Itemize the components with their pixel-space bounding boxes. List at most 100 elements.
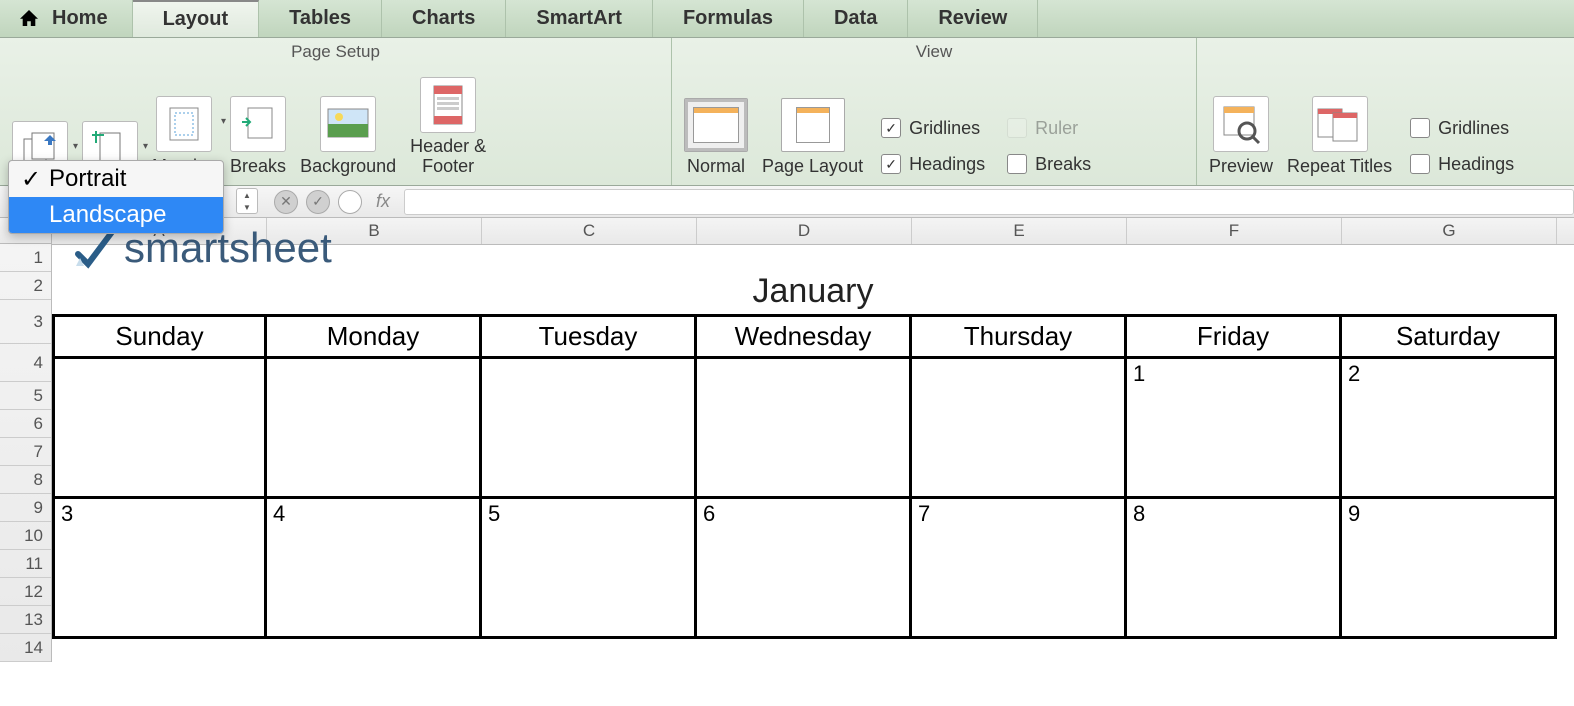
breaks-label: Breaks bbox=[230, 156, 286, 177]
tab-home[interactable]: Home bbox=[0, 0, 133, 37]
preview-button[interactable]: Preview bbox=[1209, 96, 1273, 179]
view-breaks-checkbox[interactable]: Breaks bbox=[1007, 149, 1091, 179]
headings-label: Headings bbox=[909, 154, 985, 175]
print-headings-checkbox[interactable]: Headings bbox=[1410, 149, 1514, 179]
tab-layout[interactable]: Layout bbox=[133, 0, 260, 37]
calendar-day[interactable] bbox=[267, 359, 482, 499]
calendar-day[interactable] bbox=[482, 359, 697, 499]
row-header[interactable]: 7 bbox=[0, 438, 51, 466]
breaks-button[interactable]: Breaks bbox=[230, 96, 286, 179]
weekday-header: Tuesday bbox=[482, 317, 697, 359]
print-gridlines-label: Gridlines bbox=[1438, 118, 1509, 139]
view-normal-button[interactable]: Normal bbox=[684, 98, 748, 179]
row-header[interactable]: 3 bbox=[0, 300, 51, 344]
calendar-day[interactable]: 1 bbox=[1127, 359, 1342, 499]
checkbox-icon bbox=[1007, 154, 1027, 174]
cancel-icon[interactable]: ✕ bbox=[274, 190, 298, 214]
spreadsheet: 1 2 3 4 5 6 7 8 9 10 11 12 13 14 A B C D… bbox=[0, 218, 1574, 662]
repeat-titles-label: Repeat Titles bbox=[1287, 156, 1392, 177]
month-title: January bbox=[52, 272, 1574, 311]
group-print-title bbox=[1209, 42, 1562, 64]
row-headers: 1 2 3 4 5 6 7 8 9 10 11 12 13 14 bbox=[0, 244, 52, 662]
column-header[interactable]: E bbox=[912, 218, 1127, 244]
calendar-day[interactable]: 6 bbox=[697, 499, 912, 639]
checkbox-icon bbox=[881, 154, 901, 174]
weekday-header: Friday bbox=[1127, 317, 1342, 359]
formula-bar-stepper[interactable]: ▲▼ bbox=[236, 188, 258, 214]
group-view-title: View bbox=[684, 42, 1184, 64]
row-header[interactable]: 8 bbox=[0, 466, 51, 494]
column-header[interactable]: C bbox=[482, 218, 697, 244]
row-header[interactable]: 1 bbox=[0, 244, 51, 272]
calendar-day[interactable] bbox=[912, 359, 1127, 499]
view-page-layout-button[interactable]: Page Layout bbox=[762, 98, 863, 179]
row-header[interactable]: 4 bbox=[0, 344, 51, 382]
calendar-day[interactable]: 5 bbox=[482, 499, 697, 639]
checkbox-icon bbox=[1410, 154, 1430, 174]
calendar-header-row: Sunday Monday Tuesday Wednesday Thursday… bbox=[52, 317, 1557, 359]
row-header[interactable]: 14 bbox=[0, 634, 51, 662]
print-gridlines-checkbox[interactable]: Gridlines bbox=[1410, 113, 1514, 143]
calendar-week: 1 2 bbox=[52, 359, 1557, 499]
weekday-header: Thursday bbox=[912, 317, 1127, 359]
column-header[interactable]: F bbox=[1127, 218, 1342, 244]
tab-smartart[interactable]: SmartArt bbox=[506, 0, 653, 37]
column-header[interactable]: D bbox=[697, 218, 912, 244]
calendar-day[interactable]: 9 bbox=[1342, 499, 1557, 639]
calendar-day[interactable]: 2 bbox=[1342, 359, 1557, 499]
row-header[interactable]: 5 bbox=[0, 382, 51, 410]
header-footer-icon bbox=[420, 77, 476, 133]
ribbon-tabs: Home Layout Tables Charts SmartArt Formu… bbox=[0, 0, 1574, 38]
repeat-titles-button[interactable]: Repeat Titles bbox=[1287, 96, 1392, 179]
column-header[interactable]: G bbox=[1342, 218, 1557, 244]
repeat-titles-icon bbox=[1312, 96, 1368, 152]
ruler-checkbox: Ruler bbox=[1007, 113, 1091, 143]
calendar-day[interactable] bbox=[697, 359, 912, 499]
view-breaks-label: Breaks bbox=[1035, 154, 1091, 175]
preview-icon bbox=[1213, 96, 1269, 152]
row-header[interactable]: 9 bbox=[0, 494, 51, 522]
row-header[interactable]: 10 bbox=[0, 522, 51, 550]
calendar-day[interactable]: 3 bbox=[52, 499, 267, 639]
ribbon: Page Setup ▾ ▾ ▾ Margins bbox=[0, 38, 1574, 186]
background-icon bbox=[320, 96, 376, 152]
background-label: Background bbox=[300, 156, 396, 177]
header-footer-button[interactable]: Header & Footer bbox=[410, 77, 486, 179]
group-page-setup-title: Page Setup bbox=[12, 42, 659, 64]
headings-checkbox[interactable]: Headings bbox=[881, 149, 985, 179]
calendar-week: 3 4 5 6 7 8 9 bbox=[52, 499, 1557, 639]
orientation-dropdown: Portrait Landscape bbox=[8, 160, 224, 234]
row-header[interactable]: 2 bbox=[0, 272, 51, 300]
row-header[interactable]: 12 bbox=[0, 578, 51, 606]
calendar-day[interactable]: 8 bbox=[1127, 499, 1342, 639]
accept-icon[interactable]: ✓ bbox=[306, 190, 330, 214]
calendar-day[interactable] bbox=[52, 359, 267, 499]
view-page-layout-label: Page Layout bbox=[762, 156, 863, 177]
tab-data[interactable]: Data bbox=[804, 0, 908, 37]
calendar-day[interactable]: 7 bbox=[912, 499, 1127, 639]
gridlines-checkbox[interactable]: Gridlines bbox=[881, 113, 985, 143]
calendar-table: Sunday Monday Tuesday Wednesday Thursday… bbox=[52, 314, 1557, 639]
grid[interactable]: A B C D E F G smartsheet January Sunday … bbox=[52, 218, 1574, 662]
tab-review[interactable]: Review bbox=[908, 0, 1038, 37]
orientation-portrait-item[interactable]: Portrait bbox=[9, 161, 223, 197]
row-header[interactable]: 11 bbox=[0, 550, 51, 578]
row-header[interactable]: 6 bbox=[0, 410, 51, 438]
view-normal-label: Normal bbox=[687, 156, 745, 177]
weekday-header: Monday bbox=[267, 317, 482, 359]
tab-tables[interactable]: Tables bbox=[259, 0, 382, 37]
preview-label: Preview bbox=[1209, 156, 1273, 177]
orientation-landscape-item[interactable]: Landscape bbox=[9, 197, 223, 233]
weekday-header: Wednesday bbox=[697, 317, 912, 359]
breaks-icon bbox=[230, 96, 286, 152]
tab-charts[interactable]: Charts bbox=[382, 0, 506, 37]
formula-bar: ▲▼ ✕ ✓ fx bbox=[0, 186, 1574, 218]
formula-input[interactable] bbox=[404, 189, 1574, 215]
tab-formulas[interactable]: Formulas bbox=[653, 0, 804, 37]
fx-icon[interactable] bbox=[338, 190, 362, 214]
weekday-header: Saturday bbox=[1342, 317, 1557, 359]
row-header[interactable]: 13 bbox=[0, 606, 51, 634]
checkbox-icon bbox=[881, 118, 901, 138]
background-button[interactable]: Background bbox=[300, 96, 396, 179]
calendar-day[interactable]: 4 bbox=[267, 499, 482, 639]
